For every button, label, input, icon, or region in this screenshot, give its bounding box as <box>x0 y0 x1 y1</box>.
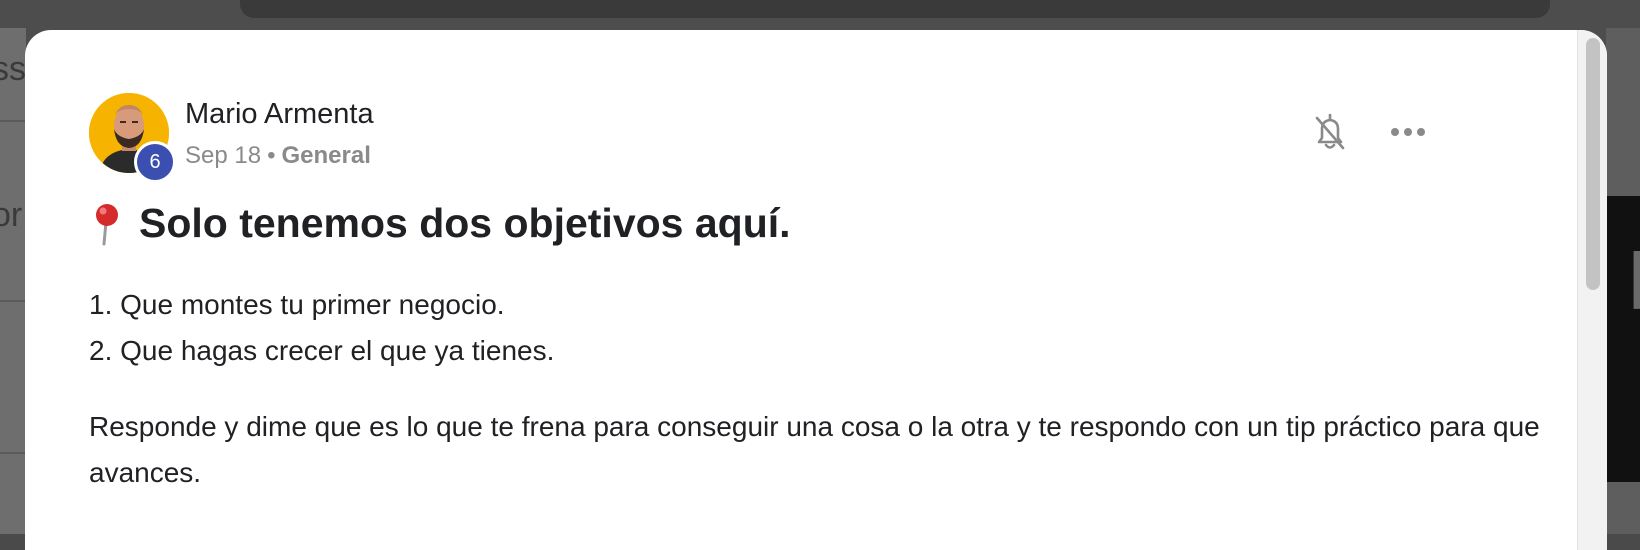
scrollbar-thumb[interactable] <box>1586 38 1600 290</box>
post-line: 2. Que hagas crecer el que ya tienes. <box>89 335 555 366</box>
background-text: ss <box>0 50 26 88</box>
more-options-button[interactable] <box>1386 110 1430 154</box>
meta-separator: • <box>267 142 276 169</box>
mute-notifications-button[interactable] <box>1308 110 1352 154</box>
background-left-panel <box>0 28 26 534</box>
more-horizontal-icon <box>1391 128 1425 136</box>
background-text: or <box>0 196 23 234</box>
post-title-text: Solo tenemos dos objetivos aquí. <box>139 200 791 246</box>
level-badge: 6 <box>134 141 176 183</box>
post-title: Solo tenemos dos objetivos aquí. <box>87 200 791 247</box>
bell-off-icon <box>1315 113 1345 150</box>
background-topbar <box>240 0 1550 18</box>
post-category[interactable]: General <box>281 142 370 169</box>
post-meta: Sep 18 • General <box>185 142 371 170</box>
post-modal: 6 Mario Armenta Sep 18 • General Solo tene… <box>25 30 1607 550</box>
background-text: k <box>1628 236 1640 328</box>
post-line: 1. Que montes tu primer negocio. <box>89 289 505 320</box>
pushpin-icon <box>87 202 127 246</box>
background-video-thumbnail: k <box>1606 196 1640 482</box>
post-paragraph: Responde y dime que es lo que te frena p… <box>89 411 1540 488</box>
post-body: 1. Que montes tu primer negocio. 2. Que … <box>89 282 1549 496</box>
post-date[interactable]: Sep 18 <box>185 142 261 169</box>
author-avatar-group[interactable]: 6 <box>89 93 176 183</box>
author-name[interactable]: Mario Armenta <box>185 98 374 131</box>
